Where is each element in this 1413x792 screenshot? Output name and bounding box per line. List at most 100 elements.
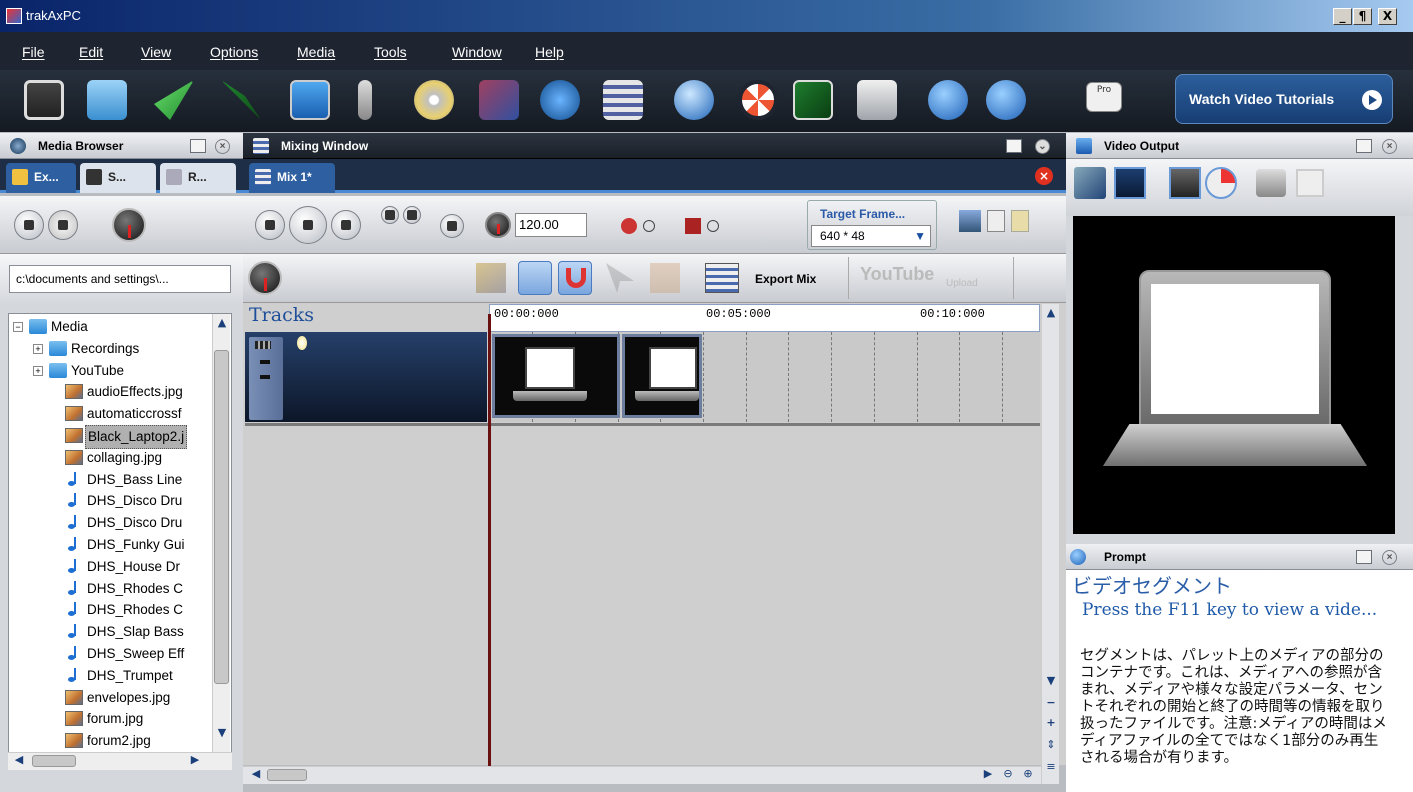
globe-radar-icon[interactable] <box>540 80 580 120</box>
expand-icon[interactable]: + <box>33 343 43 354</box>
preview-icon[interactable] <box>1169 167 1201 199</box>
tree-vertical-scrollbar[interactable]: ▲ ▼ <box>212 314 230 762</box>
video-record-icon[interactable] <box>685 218 701 234</box>
timeline-horizontal-scrollbar[interactable]: ◀ ▶ ⊖ ⊕ <box>243 766 1041 784</box>
scroll-up-icon[interactable]: ▲ <box>1042 306 1060 324</box>
mixing-options-button[interactable]: ⌄ <box>1035 139 1050 154</box>
timer-icon[interactable] <box>1205 167 1237 199</box>
menu-edit[interactable]: Edit <box>79 44 103 60</box>
mixing-minimize-button[interactable] <box>1006 139 1022 153</box>
minimize-button[interactable]: _ <box>1333 8 1352 25</box>
scroll-right-icon[interactable]: ▶ <box>979 767 997 785</box>
target-frame-select[interactable]: 640 * 48 ▼ <box>811 225 931 247</box>
youtube-upload-label[interactable]: Upload <box>946 278 978 289</box>
microphone-icon[interactable] <box>358 80 372 120</box>
fit-vertical-icon[interactable]: ⇕ <box>1042 738 1060 756</box>
video-output-minimize-button[interactable] <box>1356 139 1372 153</box>
track-handle[interactable] <box>260 360 270 364</box>
zoom-x2-icon[interactable] <box>1074 167 1106 199</box>
video-board-icon[interactable] <box>793 80 833 120</box>
video-record-toggle[interactable] <box>707 220 719 232</box>
tree-scroll-thumb[interactable] <box>214 350 229 684</box>
lifebuoy-icon[interactable] <box>738 80 778 120</box>
video-segment-clip[interactable] <box>622 334 702 418</box>
timeline-ruler[interactable]: 00:00:000 00:05:000 00:10:000 <box>489 304 1040 332</box>
open-icon[interactable] <box>87 80 127 120</box>
record-toggle[interactable] <box>643 220 655 232</box>
maximize-button[interactable]: ¶ <box>1353 8 1372 25</box>
zoom-out-icon[interactable]: ⊖ <box>999 767 1017 785</box>
tempo-knob[interactable] <box>485 212 511 238</box>
record-icon[interactable] <box>621 218 637 234</box>
volume-knob[interactable] <box>112 208 146 242</box>
youtube-logo[interactable]: YouTube <box>860 264 934 285</box>
scroll-left-icon[interactable]: ◀ <box>247 767 265 785</box>
media-browser-minimize-button[interactable] <box>190 139 206 153</box>
tempo-input[interactable]: 120.00 <box>515 213 587 237</box>
export-icon[interactable] <box>221 80 261 120</box>
mix-stop-button[interactable] <box>255 210 285 240</box>
close-window-button[interactable]: X <box>1378 8 1397 25</box>
collapse-icon[interactable]: − <box>13 322 23 332</box>
paste-icon[interactable] <box>1011 210 1029 232</box>
select-tool-icon[interactable] <box>606 263 634 293</box>
tab-search[interactable]: S... <box>80 163 156 193</box>
export-mix-icon[interactable] <box>705 263 739 293</box>
tab-explorer[interactable]: Ex... <box>6 163 76 193</box>
world-icon[interactable] <box>674 80 714 120</box>
download-icon[interactable] <box>857 80 897 120</box>
scroll-down-icon[interactable]: ▼ <box>213 726 231 744</box>
save-icon[interactable] <box>24 80 64 120</box>
scroll-right-icon[interactable]: ▶ <box>186 753 204 771</box>
menu-tools[interactable]: Tools <box>374 44 407 60</box>
zoom-in-icon[interactable]: ⊕ <box>1019 767 1037 785</box>
close-mix-icon[interactable]: × <box>1035 167 1053 185</box>
import-icon[interactable] <box>154 80 194 120</box>
prompt-minimize-button[interactable] <box>1356 550 1372 564</box>
menu-file[interactable]: File <box>22 44 45 60</box>
save-frame-icon[interactable] <box>1296 169 1324 197</box>
zoom-in-vertical-icon[interactable]: + <box>1042 716 1060 734</box>
lightbulb-icon[interactable] <box>297 336 307 350</box>
scroll-down-icon[interactable]: ▼ <box>1042 674 1060 692</box>
watch-video-tutorials-button[interactable]: Watch Video Tutorials <box>1175 74 1393 124</box>
zoom-out-vertical-icon[interactable]: − <box>1042 696 1060 714</box>
list-icon[interactable] <box>603 80 643 120</box>
play-button[interactable] <box>289 206 327 244</box>
settings-gear-icon[interactable] <box>48 210 78 240</box>
copy-icon[interactable] <box>987 210 1005 232</box>
monitor-icon[interactable] <box>290 80 330 120</box>
trim-tool-icon[interactable] <box>476 263 506 293</box>
envelope-tool-icon[interactable] <box>518 261 552 295</box>
stop-button[interactable] <box>14 210 44 240</box>
info-icon[interactable] <box>986 80 1026 120</box>
tab-mix-1[interactable]: Mix 1* <box>249 163 335 193</box>
export-mix-label[interactable]: Export Mix <box>755 272 816 286</box>
menu-help[interactable]: Help <box>535 44 564 60</box>
list-view-icon[interactable]: ≡ <box>1042 760 1060 778</box>
scroll-up-icon[interactable]: ▲ <box>213 316 231 334</box>
track-handle[interactable] <box>260 375 270 379</box>
back-button[interactable] <box>440 214 464 238</box>
fade-tool-icon[interactable] <box>650 263 680 293</box>
menu-window[interactable]: Window <box>452 44 502 60</box>
tab-recent[interactable]: R... <box>160 163 236 193</box>
expand-icon[interactable]: + <box>33 365 43 376</box>
media-browser-close-button[interactable]: × <box>215 139 230 154</box>
menu-view[interactable]: View <box>141 44 171 60</box>
fullscreen-icon[interactable] <box>1114 167 1146 199</box>
tree-hscroll-thumb[interactable] <box>32 755 76 767</box>
upload-icon[interactable] <box>959 210 981 232</box>
cd-burn-icon[interactable] <box>414 80 454 120</box>
rewind-button[interactable] <box>403 206 421 224</box>
scroll-left-icon[interactable]: ◀ <box>10 753 28 771</box>
skip-start-button[interactable] <box>381 206 399 224</box>
help-bubble-icon[interactable] <box>928 80 968 120</box>
snapshot-icon[interactable] <box>1256 169 1286 197</box>
effects-icon[interactable] <box>479 80 519 120</box>
menu-options[interactable]: Options <box>210 44 258 60</box>
playhead[interactable] <box>488 314 491 766</box>
video-segment-clip[interactable] <box>492 334 620 418</box>
prompt-close-button[interactable]: × <box>1382 550 1397 565</box>
pro-badge-icon[interactable]: Pro <box>1086 82 1122 112</box>
